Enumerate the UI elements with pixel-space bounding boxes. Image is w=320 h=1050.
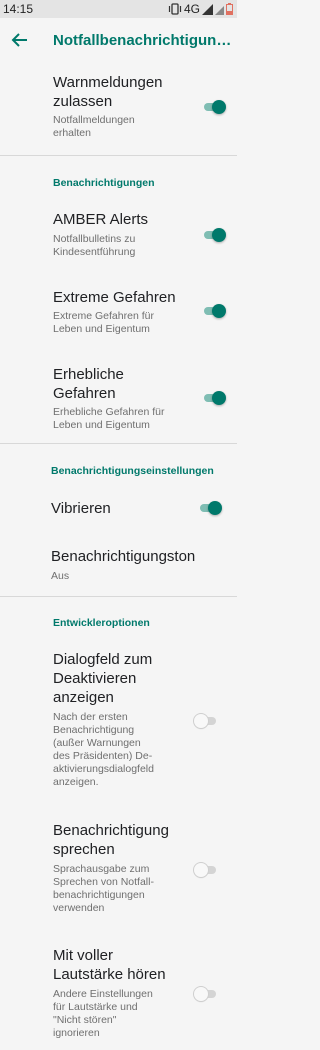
pref-extreme-threats[interactable]: Extreme Gefahren Extreme Gefahren für Le…: [0, 278, 237, 348]
pref-full-volume-summary: Andere Einstellungen für Lautstärke und …: [53, 988, 153, 1039]
pref-amber-alerts-title: AMBER Alerts: [53, 211, 149, 228]
pref-full-volume[interactable]: Mit voller Lautstärke hören Andere Einst…: [0, 936, 237, 1050]
arrow-back-icon[interactable]: [10, 30, 30, 50]
signal-icon-secondary: [215, 5, 224, 15]
pref-show-opt-out-dialog[interactable]: Dialogfeld zum Deaktivieren anzeigen Nac…: [0, 642, 237, 802]
pref-severe-threats[interactable]: Erhebliche Gefahren Erhebliche Gefahren …: [0, 356, 237, 442]
pref-show-opt-out-dialog-summary: Nach der ersten Benachrichtigung (außer …: [53, 711, 154, 788]
network-type: 4G: [183, 2, 200, 16]
pref-severe-threats-title: Erhebliche Gefahren: [53, 366, 124, 402]
pref-speak-notifications[interactable]: Benachrichtigung sprechen Sprachausgabe …: [0, 812, 237, 937]
amber-alerts-toggle[interactable]: [202, 228, 226, 242]
status-bar: 14:15 4G: [0, 0, 237, 18]
pref-speak-notifications-summary: Sprachausgabe zum Sprechen von Notfall-b…: [53, 863, 154, 914]
section-header-developer-options: Entwickleroptionen: [53, 617, 150, 629]
pref-speak-notifications-title: Benachrichtigung sprechen: [53, 822, 169, 858]
vibrate-toggle[interactable]: [198, 501, 222, 515]
pref-vibrate-title: Vibrieren: [51, 500, 111, 517]
full-volume-toggle[interactable]: [194, 987, 218, 1001]
page-title: Notfallbenachrichtigungen: [53, 32, 235, 49]
severe-threats-toggle[interactable]: [202, 391, 226, 405]
pref-amber-alerts[interactable]: AMBER Alerts Notfallbulletins zu Kindese…: [0, 200, 237, 270]
status-time: 14:15: [3, 2, 34, 16]
pref-extreme-threats-summary: Extreme Gefahren für Leben und Eigentum: [53, 310, 154, 335]
divider: [0, 155, 237, 156]
pref-allow-alerts-summary: Notfallmeldungen erhalten: [53, 114, 135, 139]
pref-notification-tone-title: Benachrichtigungston: [51, 548, 196, 565]
pref-notification-tone-summary: Aus: [51, 570, 70, 582]
pref-allow-alerts-title: Warnmeldungen zulassen: [53, 74, 163, 110]
allow-alerts-toggle[interactable]: [202, 100, 226, 114]
pref-amber-alerts-summary: Notfallbulletins zu Kindesentführung: [53, 233, 136, 258]
section-header-notification-settings: Benachrichtigungseinstellungen: [51, 465, 214, 477]
speak-notifications-toggle[interactable]: [194, 863, 218, 877]
extreme-threats-toggle[interactable]: [202, 304, 226, 318]
vibrate-icon: [168, 3, 182, 15]
divider: [0, 596, 237, 597]
status-icons: 4G: [168, 2, 233, 16]
show-opt-out-dialog-toggle[interactable]: [194, 714, 218, 728]
battery-icon: [226, 3, 233, 15]
app-bar: Notfallbenachrichtigungen: [0, 18, 237, 62]
pref-extreme-threats-title: Extreme Gefahren: [53, 289, 176, 306]
pref-allow-alerts[interactable]: Warnmeldungen zulassen Notfallmeldungen …: [0, 62, 237, 155]
pref-vibrate[interactable]: Vibrieren: [0, 488, 237, 532]
divider: [0, 443, 237, 444]
pref-severe-threats-summary: Erhebliche Gefahren für Leben und Eigent…: [53, 406, 165, 431]
section-header-notifications: Benachrichtigungen: [53, 177, 155, 189]
pref-notification-tone[interactable]: Benachrichtigungston Aus: [0, 538, 237, 596]
signal-icon: [202, 3, 213, 15]
pref-show-opt-out-dialog-title: Dialogfeld zum Deaktivieren anzeigen: [53, 651, 153, 706]
pref-full-volume-title: Mit voller Lautstärke hören: [53, 947, 166, 983]
